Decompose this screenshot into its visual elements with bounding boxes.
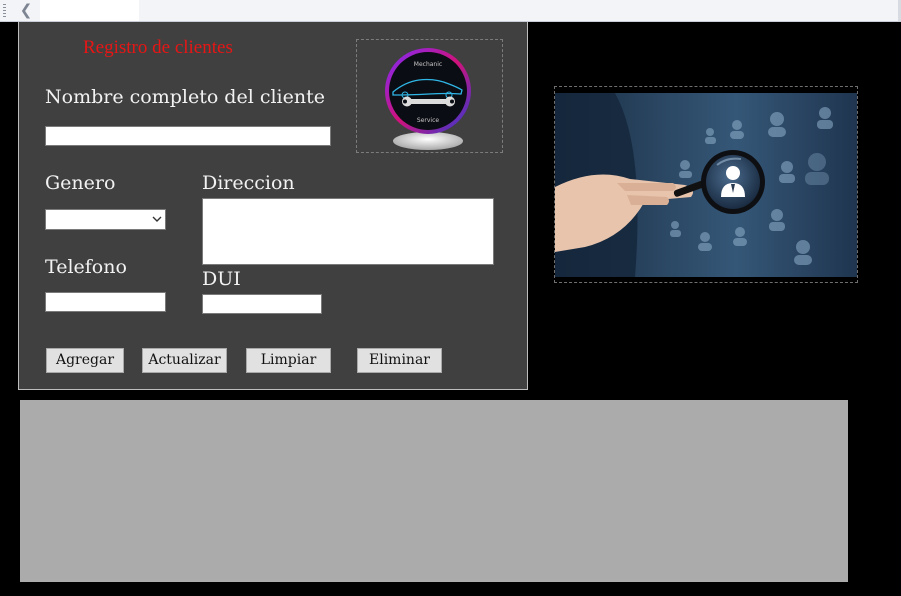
genero-select[interactable] — [45, 209, 166, 230]
magnifier-customer-photo — [555, 93, 857, 277]
toolbar-grip[interactable] — [3, 4, 6, 18]
eliminar-button[interactable]: Eliminar — [357, 348, 442, 373]
logo-picturebox: Mechanic Service — [356, 39, 503, 153]
customer-search-picturebox — [554, 86, 858, 283]
mechanic-service-logo: Mechanic Service — [385, 48, 471, 150]
chevron-down-icon[interactable] — [152, 212, 162, 229]
limpiar-button[interactable]: Limpiar — [246, 348, 331, 373]
genero-label: Genero — [45, 172, 116, 194]
clients-data-grid[interactable] — [20, 400, 848, 582]
agregar-button[interactable]: Agregar — [46, 348, 124, 373]
telefono-label: Telefono — [45, 256, 127, 278]
telefono-input[interactable] — [45, 292, 166, 312]
window-toolbar: ❮ — [0, 0, 901, 22]
form-title: Registro de clientes — [83, 37, 233, 58]
direccion-label: Direccion — [202, 172, 295, 194]
dui-label: DUI — [202, 268, 241, 290]
logo-top-text: Mechanic — [414, 61, 442, 68]
nombre-label: Nombre completo del cliente — [45, 86, 325, 108]
logo-bottom-text: Service — [417, 117, 439, 124]
actualizar-button[interactable]: Actualizar — [142, 348, 227, 373]
toolbar-tab[interactable] — [40, 0, 139, 21]
direccion-textarea[interactable] — [202, 198, 494, 265]
client-form-panel: Registro de clientes Nombre completo del… — [18, 22, 528, 390]
dui-input[interactable] — [202, 294, 322, 314]
back-arrow-icon[interactable]: ❮ — [16, 1, 36, 19]
nombre-input[interactable] — [45, 126, 331, 146]
